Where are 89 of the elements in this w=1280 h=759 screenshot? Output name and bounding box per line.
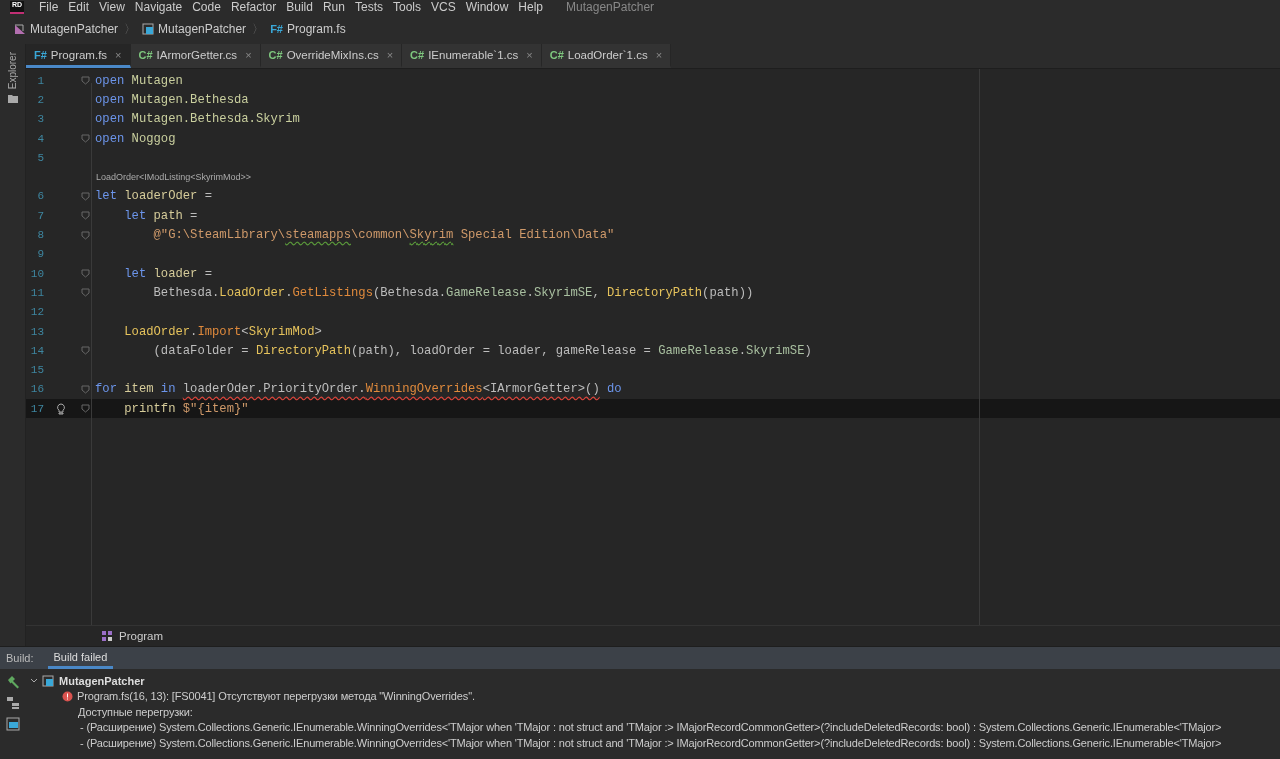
menu-item[interactable]: Tests: [349, 0, 388, 14]
error-message[interactable]: Program.fs(16, 13): [FS0041] Отсутствуют перегрузки метода "WinningOverrides".: [77, 690, 475, 703]
line-number: 13: [29, 325, 44, 338]
fold-icon[interactable]: [80, 230, 90, 240]
menu-item[interactable]: Navigate: [129, 0, 188, 14]
breadcrumb-item[interactable]: MutagenPatcher: [158, 22, 247, 36]
hammer-icon[interactable]: [6, 675, 20, 689]
inlay-type-hint: LoadOrder<IModListing<SkyrimMod>>: [96, 172, 252, 183]
code-line: printfn $"{item}": [123, 401, 249, 416]
line-number: 12: [29, 306, 44, 319]
menu-item[interactable]: Window: [460, 0, 514, 14]
code-line: Bethesda.LoadOrder.GetListings(Bethesda.GameRelease.SkyrimSE, DirectoryPath(path)): [152, 285, 754, 300]
code-line: open Mutagen: [95, 73, 183, 88]
breadcrumb-separator: 〉: [252, 20, 265, 38]
project-icon: [42, 674, 55, 687]
tree-node-label[interactable]: MutagenPatcher: [59, 674, 145, 687]
editor-tab[interactable]: C# OverrideMixIns.cs ×: [260, 44, 403, 68]
menu-item[interactable]: Build: [281, 0, 318, 14]
line-number: 9: [36, 248, 44, 261]
lightbulb-icon[interactable]: [56, 402, 66, 415]
menu-item[interactable]: Tools: [387, 0, 426, 14]
fold-icon[interactable]: [80, 346, 90, 356]
code-line: open Mutagen.Bethesda: [95, 92, 249, 107]
close-tab-button[interactable]: ×: [386, 48, 394, 61]
line-number: 17: [29, 402, 44, 415]
editor-tab[interactable]: F# Program.fs ×: [26, 44, 131, 68]
line-number: 3: [36, 113, 44, 126]
line-number: 8: [36, 229, 44, 241]
panel-tab[interactable]: Build failed: [47, 647, 114, 669]
fold-icon[interactable]: [80, 269, 90, 279]
error-detail: Доступные перегрузки:: [78, 705, 193, 718]
menu-item[interactable]: VCS: [426, 0, 461, 14]
window-icon[interactable]: [6, 717, 20, 731]
explorer-tool-tab[interactable]: Explorer: [7, 52, 18, 90]
line-number: 7: [36, 209, 44, 222]
panel-label: Build:: [6, 652, 34, 664]
fold-icon[interactable]: [80, 288, 90, 298]
code-line: let path =: [123, 208, 198, 223]
fold-icon[interactable]: [80, 211, 90, 221]
menu-item[interactable]: File: [34, 0, 64, 14]
line-number: 10: [29, 267, 44, 280]
structure-breadcrumb[interactable]: Program: [119, 630, 164, 642]
breadcrumb-item[interactable]: F# Program.fs: [270, 22, 346, 36]
code-line: let loader =: [123, 266, 213, 281]
code-line: for item in loaderOder.PriorityOrder.WinningOverrides<IArmorGetter>() do: [95, 382, 622, 397]
solution-icon: [14, 23, 26, 35]
breadcrumb-separator: 〉: [124, 20, 137, 38]
menu-item[interactable]: Refactor: [225, 0, 282, 14]
menu-item[interactable]: Help: [513, 0, 549, 14]
line-number: 2: [36, 93, 44, 106]
class-icon: [101, 630, 113, 642]
line-number: 6: [36, 190, 44, 203]
code-line: open Mutagen.Bethesda.Skyrim: [95, 112, 300, 127]
tree-icon[interactable]: [6, 696, 20, 710]
editor-tab[interactable]: C# IEnumerable`1.cs ×: [402, 44, 542, 68]
code-line: (dataFolder = DirectoryPath(path), loadOrder = loader, gameRelease = GameRelease.SkyrimSE): [152, 343, 812, 358]
line-number: 15: [29, 364, 44, 377]
fold-icon[interactable]: [80, 134, 90, 144]
menu-item[interactable]: Run: [317, 0, 350, 14]
menu-item[interactable]: Edit: [63, 0, 95, 14]
close-tab-button[interactable]: ×: [245, 48, 252, 61]
fold-icon[interactable]: [80, 404, 90, 414]
menu-item[interactable]: Code: [187, 0, 226, 14]
code-line: open Noggog: [95, 131, 176, 146]
fold-icon[interactable]: [80, 384, 90, 394]
window-title: MutagenPatcher: [566, 0, 655, 14]
close-tab-button[interactable]: ×: [655, 48, 663, 61]
error-icon: [62, 690, 73, 702]
code-line: @"G:\SteamLibrary\steamapps\common\Skyrim Special Edition\Data": [152, 228, 615, 242]
line-number: 16: [29, 383, 44, 396]
fold-icon[interactable]: [80, 76, 90, 86]
close-tab-button[interactable]: ×: [115, 48, 122, 61]
error-detail: - (Расширение) System.Collections.Generic.IEnumerable.WinningOverrides<'TMajor when 'TMajor : not struct and 'TMajor :> IMajorRecordCommonGetter>(?includeDeletedRecords: bool) : System.Collections.Generic.IEnumerable<'TMajor>: [80, 736, 1222, 749]
breadcrumb-item[interactable]: MutagenPatcher: [30, 22, 119, 36]
code-line: let loaderOder =: [95, 189, 213, 204]
line-number: 14: [29, 344, 44, 357]
error-detail: - (Расширение) System.Collections.Generic.IEnumerable.WinningOverrides<'TMajor when 'TMajor : not struct and 'TMajor :> IMajorRecordCommonGetter>(?includeDeletedRecords: bool) : System.Collections.Generic.IEnumerable<'TMajor>: [80, 721, 1222, 734]
line-number: 4: [36, 132, 44, 145]
code-line: LoadOrder.Import<SkyrimMod>: [123, 324, 322, 339]
project-icon: [142, 23, 155, 35]
editor-tab[interactable]: C# LoadOrder`1.cs ×: [541, 44, 672, 68]
folder-icon[interactable]: [7, 95, 18, 104]
line-number: 11: [29, 286, 44, 299]
line-number: 5: [36, 151, 44, 164]
close-tab-button[interactable]: ×: [526, 48, 533, 61]
line-number: 1: [36, 74, 44, 87]
fold-icon[interactable]: [80, 191, 90, 201]
editor-tab[interactable]: C# IArmorGetter.cs ×: [130, 44, 261, 68]
menu-item[interactable]: View: [94, 0, 130, 14]
